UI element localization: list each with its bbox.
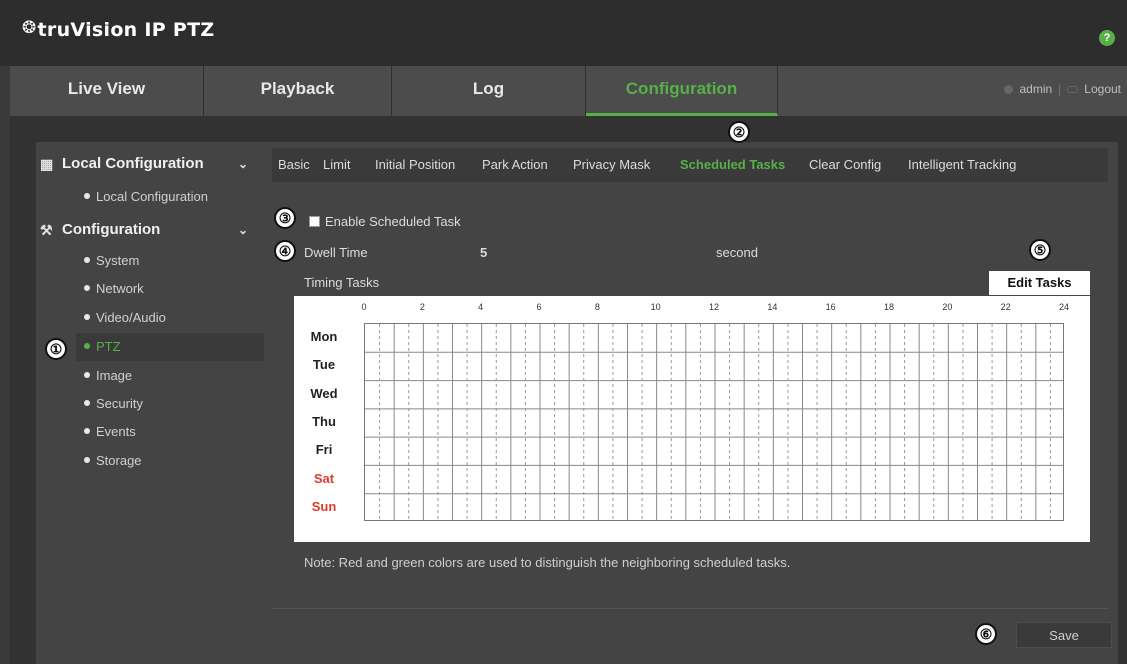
hour-label: 8 bbox=[594, 302, 600, 312]
hour-label: 14 bbox=[767, 302, 778, 312]
sidebar-item-video-audio[interactable]: Video/Audio bbox=[76, 304, 264, 332]
day-label-thu: Thu bbox=[312, 414, 336, 429]
chevron-down-icon: ⌄ bbox=[238, 223, 249, 237]
tab-basic[interactable]: Basic bbox=[278, 148, 310, 182]
sidebar-item-events[interactable]: Events bbox=[76, 418, 264, 446]
hour-label: 20 bbox=[942, 302, 953, 312]
logout-link[interactable]: Logout bbox=[1084, 82, 1121, 96]
sidebar-item-network[interactable]: Network bbox=[76, 275, 264, 303]
enable-scheduled-task-checkbox[interactable] bbox=[309, 216, 320, 227]
enable-scheduled-task-label: Enable Scheduled Task bbox=[325, 214, 461, 229]
tab-scheduled-tasks[interactable]: Scheduled Tasks bbox=[680, 148, 785, 182]
sidebar-item-security[interactable]: Security bbox=[76, 390, 264, 418]
day-label-tue: Tue bbox=[312, 357, 336, 373]
tab-log[interactable]: Log bbox=[392, 66, 586, 116]
sidebar-item-storage[interactable]: Storage bbox=[76, 447, 264, 475]
day-label-fri: Fri bbox=[315, 442, 333, 458]
sidebar-configuration-header[interactable]: ⚒ Configuration ⌄ bbox=[36, 212, 264, 248]
hour-label: 16 bbox=[825, 302, 836, 312]
sidebar-item-label: Events bbox=[96, 424, 136, 439]
callout-6: ⑥ bbox=[975, 623, 997, 645]
tab-live-view[interactable]: Live View bbox=[10, 66, 204, 116]
sidebar-item-label: Local Configuration bbox=[96, 189, 209, 204]
day-label-sat: Sat bbox=[313, 470, 335, 486]
dwell-time-unit: second bbox=[716, 245, 758, 260]
computer-settings-icon: ▦ bbox=[40, 156, 54, 172]
tab-initial-position[interactable]: Initial Position bbox=[375, 148, 455, 182]
tab-limit[interactable]: Limit bbox=[323, 148, 350, 182]
sidebar-header-label: Local Configuration bbox=[62, 155, 204, 172]
callout-4: ④ bbox=[274, 240, 296, 262]
hour-label: 18 bbox=[883, 302, 894, 312]
edit-tasks-button[interactable]: Edit Tasks bbox=[989, 271, 1090, 295]
timing-tasks-label: Timing Tasks bbox=[304, 275, 380, 290]
hour-axis: 0 2 4 6 8 10 12 14 16 18 20 22 24 bbox=[361, 302, 1069, 316]
username: admin bbox=[1019, 82, 1053, 96]
main-panel: Basic Limit Initial Position Park Action… bbox=[264, 142, 1118, 664]
schedule-panel: 0 2 4 6 8 10 12 14 16 18 20 22 24 Mon Tue Wed Thu Fri Sat… bbox=[294, 296, 1090, 542]
dwell-time-value[interactable]: 5 bbox=[480, 245, 487, 260]
sidebar-item-local-configuration[interactable]: Local Configuration bbox=[76, 183, 264, 211]
config-tabs: Basic Limit Initial Position Park Action… bbox=[272, 148, 1108, 182]
logo-text: truVision IP PTZ bbox=[37, 19, 215, 41]
logo: ❂truVision IP PTZ bbox=[22, 18, 215, 41]
callout-2: ② bbox=[728, 121, 750, 143]
dwell-time-label: Dwell Time bbox=[304, 245, 368, 260]
sidebar-item-system[interactable]: System bbox=[76, 247, 264, 275]
sidebar: ▦ Local Configuration ⌄ Local Configurat… bbox=[36, 142, 264, 664]
hour-label: 2 bbox=[419, 302, 425, 312]
sidebar-header-label: Configuration bbox=[62, 221, 161, 238]
sidebar-item-label: Security bbox=[96, 396, 143, 411]
save-button[interactable]: Save bbox=[1016, 622, 1112, 648]
callout-5: ⑤ bbox=[1029, 239, 1051, 261]
sidebar-local-configuration-header[interactable]: ▦ Local Configuration ⌄ bbox=[36, 146, 264, 182]
sidebar-item-label: Storage bbox=[96, 453, 142, 468]
logout-icon[interactable] bbox=[1067, 86, 1079, 93]
sidebar-item-ptz[interactable]: PTZ bbox=[76, 333, 264, 361]
user-icon bbox=[1004, 85, 1014, 94]
callout-1: ① bbox=[45, 338, 67, 360]
day-label-sun: Sun bbox=[311, 498, 337, 514]
tab-privacy-mask[interactable]: Privacy Mask bbox=[573, 148, 650, 182]
wrench-icon: ⚒ bbox=[40, 222, 53, 238]
callout-3: ③ bbox=[274, 207, 296, 229]
hour-label: 0 bbox=[361, 302, 367, 312]
sidebar-item-label: System bbox=[96, 253, 140, 268]
hour-label: 12 bbox=[708, 302, 719, 312]
chevron-down-icon: ⌄ bbox=[238, 157, 249, 171]
sidebar-item-label: Image bbox=[96, 368, 133, 383]
footer-divider bbox=[272, 608, 1108, 609]
schedule-grid[interactable] bbox=[364, 323, 1064, 521]
tab-playback[interactable]: Playback bbox=[204, 66, 392, 116]
user-separator: | bbox=[1058, 82, 1062, 96]
hour-label: 4 bbox=[478, 302, 484, 312]
app-window: ❂truVision IP PTZ ? Live View Playback L… bbox=[0, 0, 1127, 664]
sidebar-item-label: PTZ bbox=[96, 339, 121, 354]
sidebar-item-image[interactable]: Image bbox=[76, 362, 264, 390]
hour-label: 6 bbox=[536, 302, 542, 312]
sidebar-item-label: Network bbox=[96, 281, 144, 296]
tab-intelligent-tracking[interactable]: Intelligent Tracking bbox=[908, 148, 1016, 182]
tab-clear-config[interactable]: Clear Config bbox=[809, 148, 881, 182]
sidebar-item-label: Video/Audio bbox=[96, 310, 166, 325]
tab-park-action[interactable]: Park Action bbox=[482, 148, 548, 182]
schedule-note: Note: Red and green colors are used to d… bbox=[304, 555, 791, 570]
hour-label: 22 bbox=[1000, 302, 1011, 312]
header: ❂truVision IP PTZ ? bbox=[0, 0, 1127, 66]
help-icon[interactable]: ? bbox=[1099, 30, 1115, 46]
day-label-wed: Wed bbox=[310, 385, 338, 401]
hour-label: 24 bbox=[1058, 302, 1069, 312]
day-label-mon: Mon bbox=[310, 329, 338, 345]
tab-configuration[interactable]: Configuration bbox=[586, 66, 778, 116]
top-navigation: Live View Playback Log Configuration adm… bbox=[10, 66, 1127, 116]
hour-label: 10 bbox=[650, 302, 661, 312]
user-area: admin | Logout bbox=[1004, 66, 1121, 112]
logo-mark-icon: ❂ bbox=[22, 18, 37, 38]
